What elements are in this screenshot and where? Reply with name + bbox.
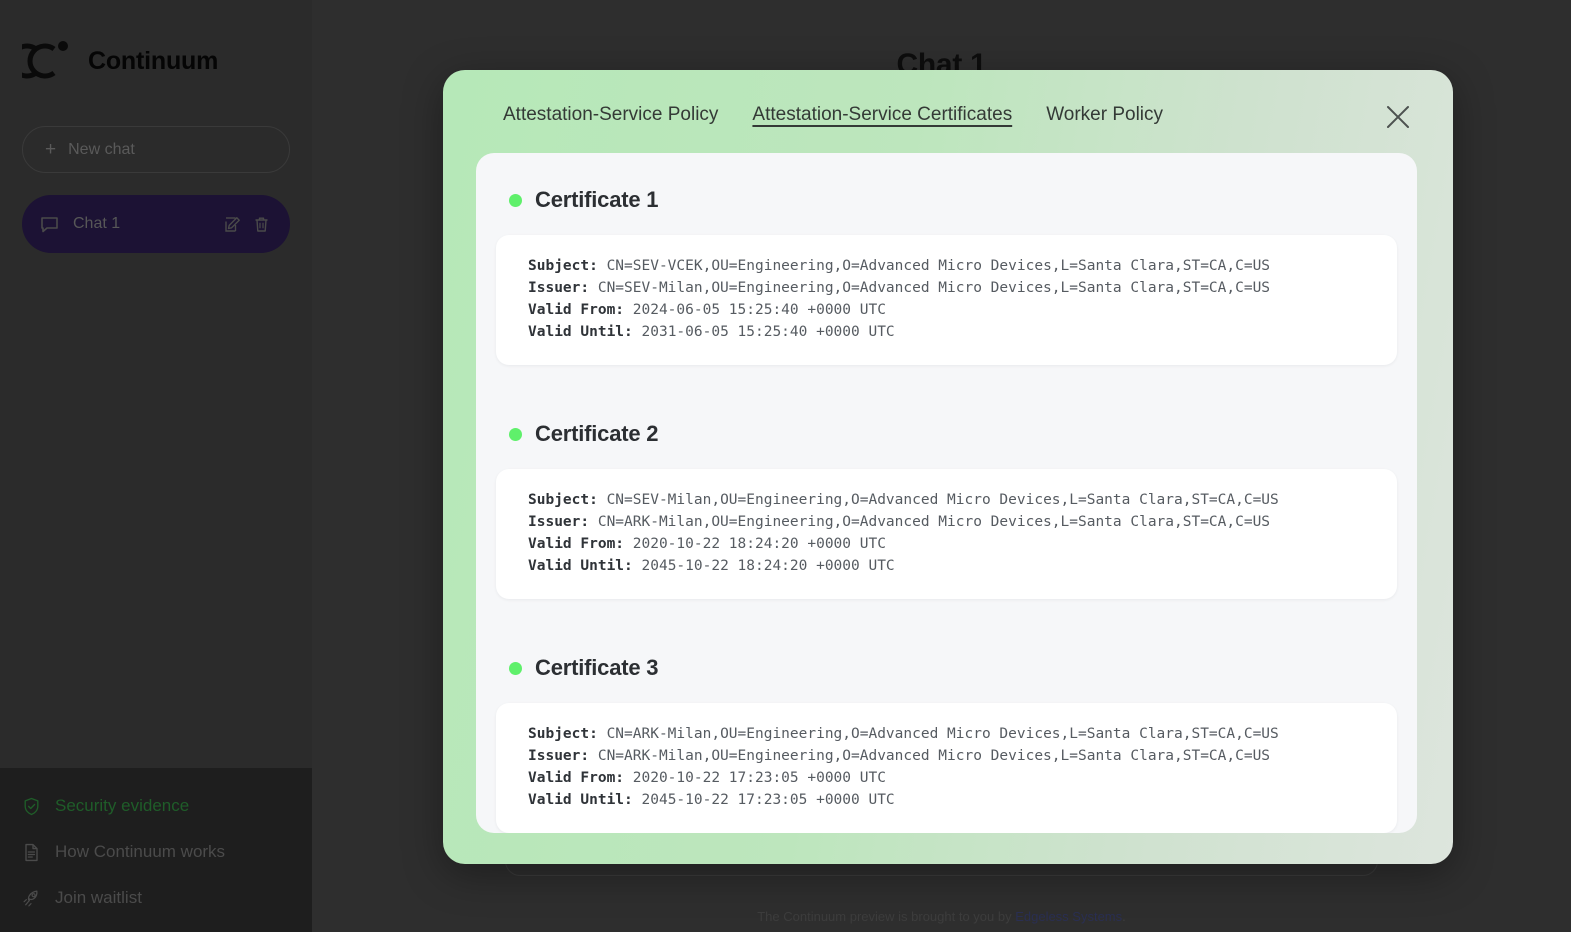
modal-tab-bar: Attestation-Service Policy Attestation-S…: [443, 70, 1453, 129]
certificate-field-issuer: Issuer: CN=SEV-Milan,OU=Engineering,O=Ad…: [528, 277, 1371, 299]
plus-icon: +: [45, 139, 57, 160]
certificate-field-valid-from: Valid From: 2020-10-22 18:24:20 +0000 UT…: [528, 533, 1371, 555]
certificate-field-valid-from: Valid From: 2020-10-22 17:23:05 +0000 UT…: [528, 767, 1371, 789]
status-dot-icon: [509, 427, 522, 441]
attestation-modal: Attestation-Service Policy Attestation-S…: [443, 70, 1453, 864]
field-key: Valid From:: [528, 302, 625, 318]
rocket-icon: [22, 889, 41, 908]
chat-bubble-icon: [40, 215, 59, 234]
certificate-field-subject: Subject: CN=SEV-VCEK,OU=Engineering,O=Ad…: [528, 255, 1371, 277]
sidebar-item-label: How Continuum works: [55, 842, 226, 861]
field-value: 2031-06-05 15:25:40 +0000 UTC: [641, 324, 895, 340]
certificate-field-valid-from: Valid From: 2024-06-05 15:25:40 +0000 UT…: [528, 299, 1371, 321]
sidebar-item-join-waitlist[interactable]: Join waitlist: [0, 888, 312, 908]
certificate-block: Certificate 3 Subject: CN=ARK-Milan,OU=E…: [476, 655, 1417, 833]
field-value: 2020-10-22 18:24:20 +0000 UTC: [632, 536, 886, 552]
field-key: Valid From:: [528, 536, 625, 552]
field-key: Issuer:: [528, 280, 590, 296]
new-chat-label: New chat: [68, 140, 135, 158]
continuum-logo-icon: [9, 35, 74, 87]
brand-name: Continuum: [88, 46, 219, 75]
sidebar: Continuum + New chat Chat 1 Security evi…: [0, 0, 312, 932]
field-value: CN=ARK-Milan,OU=Engineering,O=Advanced M…: [597, 748, 1271, 764]
field-value: 2020-10-22 17:23:05 +0000 UTC: [632, 770, 886, 786]
certificate-block: Certificate 1 Subject: CN=SEV-VCEK,OU=En…: [476, 187, 1417, 365]
certificates-panel: Certificate 1 Subject: CN=SEV-VCEK,OU=En…: [476, 153, 1417, 833]
chat-list-item-chat-1[interactable]: Chat 1: [22, 195, 290, 253]
certificate-header: Certificate 2: [496, 421, 1397, 447]
certificate-details-card: Subject: CN=SEV-VCEK,OU=Engineering,O=Ad…: [496, 235, 1397, 365]
certificate-title: Certificate 3: [535, 655, 659, 680]
field-key: Subject:: [528, 258, 598, 274]
sidebar-item-security-evidence[interactable]: Security evidence: [0, 796, 312, 816]
edit-pencil-icon[interactable]: [224, 216, 241, 233]
certificate-field-valid-until: Valid Until: 2045-10-22 18:24:20 +0000 U…: [528, 555, 1371, 577]
field-key: Valid From:: [528, 770, 625, 786]
field-key: Issuer:: [528, 748, 590, 764]
certificate-details-card: Subject: CN=SEV-Milan,OU=Engineering,O=A…: [496, 469, 1397, 599]
tab-attestation-service-policy[interactable]: Attestation-Service Policy: [503, 104, 718, 129]
field-value: CN=SEV-Milan,OU=Engineering,O=Advanced M…: [597, 280, 1271, 296]
certificate-field-issuer: Issuer: CN=ARK-Milan,OU=Engineering,O=Ad…: [528, 745, 1371, 767]
sidebar-footer: Security evidence How Continuum works Jo…: [0, 768, 312, 932]
document-icon: [22, 843, 41, 862]
certificate-header: Certificate 3: [496, 655, 1397, 681]
certificate-field-valid-until: Valid Until: 2045-10-22 17:23:05 +0000 U…: [528, 789, 1371, 811]
field-value: CN=SEV-Milan,OU=Engineering,O=Advanced M…: [606, 492, 1279, 508]
app-footer-text: The Continuum preview is brought to you …: [757, 909, 1016, 924]
new-chat-button[interactable]: + New chat: [22, 126, 290, 173]
certificate-details-card: Subject: CN=ARK-Milan,OU=Engineering,O=A…: [496, 703, 1397, 833]
certificate-field-subject: Subject: CN=ARK-Milan,OU=Engineering,O=A…: [528, 723, 1371, 745]
certificate-field-subject: Subject: CN=SEV-Milan,OU=Engineering,O=A…: [528, 489, 1371, 511]
chat-list: Chat 1: [0, 195, 312, 253]
certificate-header: Certificate 1: [496, 187, 1397, 213]
certificate-field-valid-until: Valid Until: 2031-06-05 15:25:40 +0000 U…: [528, 321, 1371, 343]
field-key: Valid Until:: [528, 792, 633, 808]
field-value: CN=ARK-Milan,OU=Engineering,O=Advanced M…: [597, 514, 1271, 530]
field-value: CN=ARK-Milan,OU=Engineering,O=Advanced M…: [606, 726, 1279, 742]
field-key: Subject:: [528, 726, 598, 742]
certificate-title: Certificate 1: [535, 187, 659, 212]
field-key: Valid Until:: [528, 324, 633, 340]
sidebar-item-how-continuum-works[interactable]: How Continuum works: [0, 842, 312, 862]
edgeless-systems-link[interactable]: Edgeless Systems: [1015, 909, 1122, 924]
tab-worker-policy[interactable]: Worker Policy: [1046, 104, 1163, 129]
sidebar-item-label: Security evidence: [55, 796, 190, 815]
chat-item-actions: [224, 216, 270, 233]
certificate-title: Certificate 2: [535, 421, 659, 446]
field-key: Issuer:: [528, 514, 590, 530]
field-key: Valid Until:: [528, 558, 633, 574]
field-value: 2024-06-05 15:25:40 +0000 UTC: [632, 302, 886, 318]
status-dot-icon: [509, 193, 522, 207]
certificate-block: Certificate 2 Subject: CN=SEV-Milan,OU=E…: [476, 421, 1417, 599]
chat-list-item-label: Chat 1: [73, 215, 121, 232]
field-value: 2045-10-22 18:24:20 +0000 UTC: [641, 558, 895, 574]
brand: Continuum: [0, 0, 312, 96]
field-value: 2045-10-22 17:23:05 +0000 UTC: [641, 792, 895, 808]
app-footer-text-end: .: [1122, 909, 1126, 924]
close-x-icon[interactable]: [1383, 102, 1413, 132]
field-value: CN=SEV-VCEK,OU=Engineering,O=Advanced Mi…: [606, 258, 1271, 274]
status-dot-icon: [509, 661, 522, 675]
sidebar-item-label: Join waitlist: [55, 888, 142, 907]
app-footer: The Continuum preview is brought to you …: [312, 909, 1571, 924]
field-key: Subject:: [528, 492, 598, 508]
certificate-field-issuer: Issuer: CN=ARK-Milan,OU=Engineering,O=Ad…: [528, 511, 1371, 533]
trash-icon[interactable]: [253, 216, 270, 233]
tab-attestation-service-certificates[interactable]: Attestation-Service Certificates: [752, 104, 1012, 129]
shield-check-icon: [22, 797, 41, 816]
